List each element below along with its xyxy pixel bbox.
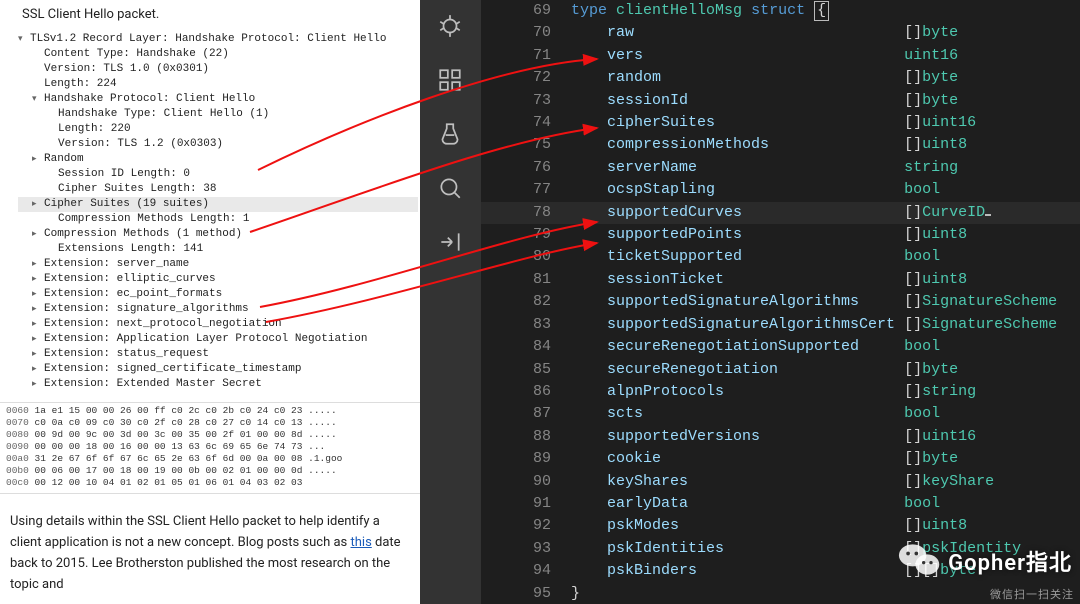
hex-row: 00b0 00 06 00 17 00 18 00 19 00 0b 00 02…	[6, 465, 414, 477]
tree-row[interactable]: Extension: elliptic_curves	[18, 272, 418, 287]
tree-row: Length: 220	[18, 122, 418, 137]
code-line: 92 pskModes []uint8	[480, 515, 1080, 537]
code-line: 69type clientHelloMsg struct {	[480, 0, 1080, 22]
search-icon[interactable]	[434, 172, 466, 204]
tree-row[interactable]: Extension: status_request	[18, 347, 418, 362]
code-line: 86 alpnProtocols []string	[480, 381, 1080, 403]
tree-row[interactable]: Extension: Application Layer Protocol Ne…	[18, 332, 418, 347]
code-line: 83 supportedSignatureAlgorithmsCert []Si…	[480, 314, 1080, 336]
code-line: 75 compressionMethods []uint8	[480, 134, 1080, 156]
tree-row[interactable]: Extension: server_name	[18, 257, 418, 272]
code-line: 91 earlyData bool	[480, 493, 1080, 515]
tree-row: Content Type: Handshake (22)	[18, 47, 418, 62]
code-line: 76 serverName string	[480, 157, 1080, 179]
code-line: 79 supportedPoints []uint8	[480, 224, 1080, 246]
packet-tree: TLSv1.2 Record Layer: Handshake Protocol…	[0, 24, 420, 396]
tree-row[interactable]: Extension: Extended Master Secret	[18, 377, 418, 392]
tree-row[interactable]: Extension: signed_certificate_timestamp	[18, 362, 418, 377]
code-line: 90 keyShares []keyShare	[480, 471, 1080, 493]
tree-row[interactable]: Extension: signature_algorithms	[18, 302, 418, 317]
scm-icon[interactable]	[434, 226, 466, 258]
extensions-icon[interactable]	[434, 64, 466, 96]
code-line: 81 sessionTicket []uint8	[480, 269, 1080, 291]
wechat-icon	[898, 540, 942, 582]
debug-icon[interactable]	[434, 10, 466, 42]
document-pane: SSL Client Hello packet. TLSv1.2 Record …	[0, 0, 420, 604]
code-line: 82 supportedSignatureAlgorithms []Signat…	[480, 291, 1080, 313]
hexdump: 0060 1a e1 15 00 00 26 00 ff c0 2c c0 2b…	[0, 402, 420, 494]
tree-row[interactable]: Compression Methods (1 method)	[18, 227, 418, 242]
tree-row: Version: TLS 1.2 (0x0303)	[18, 137, 418, 152]
code-editor[interactable]: 69type clientHelloMsg struct {70 raw []b…	[480, 0, 1080, 604]
wechat-watermark: Gopher指北	[898, 540, 1072, 582]
tree-row: Cipher Suites Length: 38	[18, 182, 418, 197]
code-line: 70 raw []byte	[480, 22, 1080, 44]
hex-row: 00c0 00 12 00 10 04 01 02 01 05 01 06 01…	[6, 477, 414, 489]
code-line: 71 vers uint16	[480, 45, 1080, 67]
tree-row: Handshake Type: Client Hello (1)	[18, 107, 418, 122]
watermark-label: Gopher指北	[948, 545, 1072, 577]
tree-row: Compression Methods Length: 1	[18, 212, 418, 227]
code-line: 88 supportedVersions []uint16	[480, 426, 1080, 448]
tree-row[interactable]: Extension: ec_point_formats	[18, 287, 418, 302]
tree-row: Length: 224	[18, 77, 418, 92]
hex-row: 0090 00 00 00 18 00 16 00 00 13 63 6c 69…	[6, 441, 414, 453]
paragraph: Using details within the SSL Client Hell…	[0, 494, 420, 595]
para-link[interactable]: this	[351, 535, 372, 550]
tree-row[interactable]: Random	[18, 152, 418, 167]
code-line: 85 secureRenegotiation []byte	[480, 359, 1080, 381]
code-line: 84 secureRenegotiationSupported bool	[480, 336, 1080, 358]
tree-row[interactable]: Extension: next_protocol_negotiation	[18, 317, 418, 332]
code-line: 72 random []byte	[480, 67, 1080, 89]
hex-row: 00a0 31 2e 67 6f 6f 67 6c 65 2e 63 6f 6d…	[6, 453, 414, 465]
code-line: 89 cookie []byte	[480, 448, 1080, 470]
hex-row: 0060 1a e1 15 00 00 26 00 ff c0 2c c0 2b…	[6, 405, 414, 417]
intro-text: SSL Client Hello packet.	[0, 0, 420, 24]
code-line: 74 cipherSuites []uint16	[480, 112, 1080, 134]
hex-row: 0080 00 9d 00 9c 00 3d 00 3c 00 35 00 2f…	[6, 429, 414, 441]
tree-row[interactable]: Handshake Protocol: Client Hello	[18, 92, 418, 107]
tree-row: Session ID Length: 0	[18, 167, 418, 182]
code-line: 78 supportedCurves []CurveID	[480, 202, 1080, 224]
tree-row: Extensions Length: 141	[18, 242, 418, 257]
tree-row: Version: TLS 1.0 (0x0301)	[18, 62, 418, 77]
tree-row[interactable]: Cipher Suites (19 suites)	[18, 197, 418, 212]
code-line: 73 sessionId []byte	[480, 90, 1080, 112]
code-line: 77 ocspStapling bool	[480, 179, 1080, 201]
activity-bar	[420, 0, 480, 604]
watermark-sub: 微信扫一扫关注	[990, 586, 1074, 602]
code-line: 87 scts bool	[480, 403, 1080, 425]
hex-row: 0070 c0 0a c0 09 c0 30 c0 2f c0 28 c0 27…	[6, 417, 414, 429]
testing-icon[interactable]	[434, 118, 466, 150]
tree-row[interactable]: TLSv1.2 Record Layer: Handshake Protocol…	[18, 32, 418, 47]
para-prefix: Using details within the SSL Client Hell…	[10, 514, 380, 550]
code-line: 80 ticketSupported bool	[480, 246, 1080, 268]
